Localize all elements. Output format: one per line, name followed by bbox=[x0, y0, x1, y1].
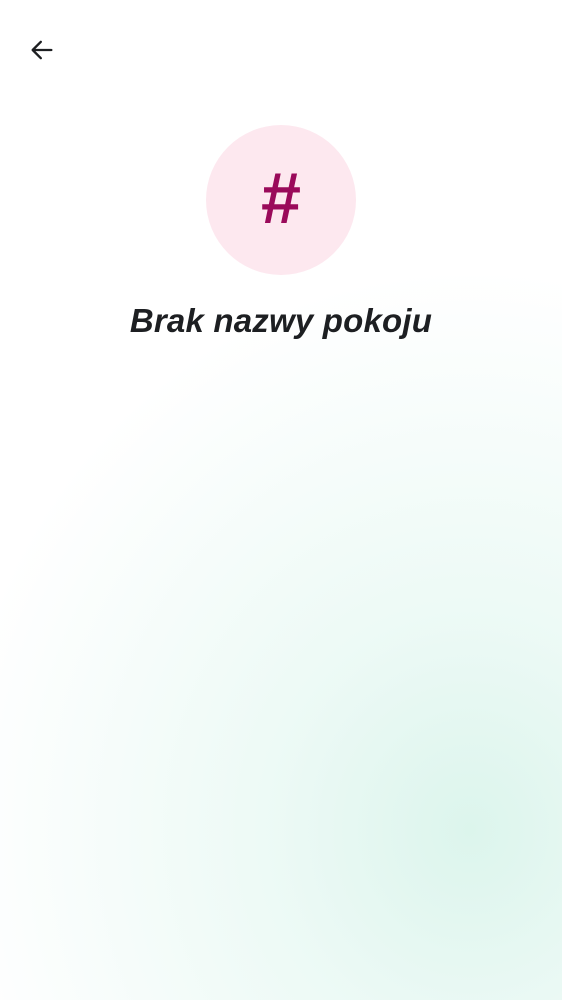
room-name-title: Brak nazwy pokoju bbox=[129, 302, 433, 339]
arrow-left-icon bbox=[31, 40, 53, 60]
hash-icon: # bbox=[260, 159, 302, 239]
room-avatar: # bbox=[206, 125, 356, 275]
room-details-screen: # Brak nazwy pokoju bbox=[0, 0, 562, 1000]
back-button[interactable] bbox=[18, 26, 66, 74]
